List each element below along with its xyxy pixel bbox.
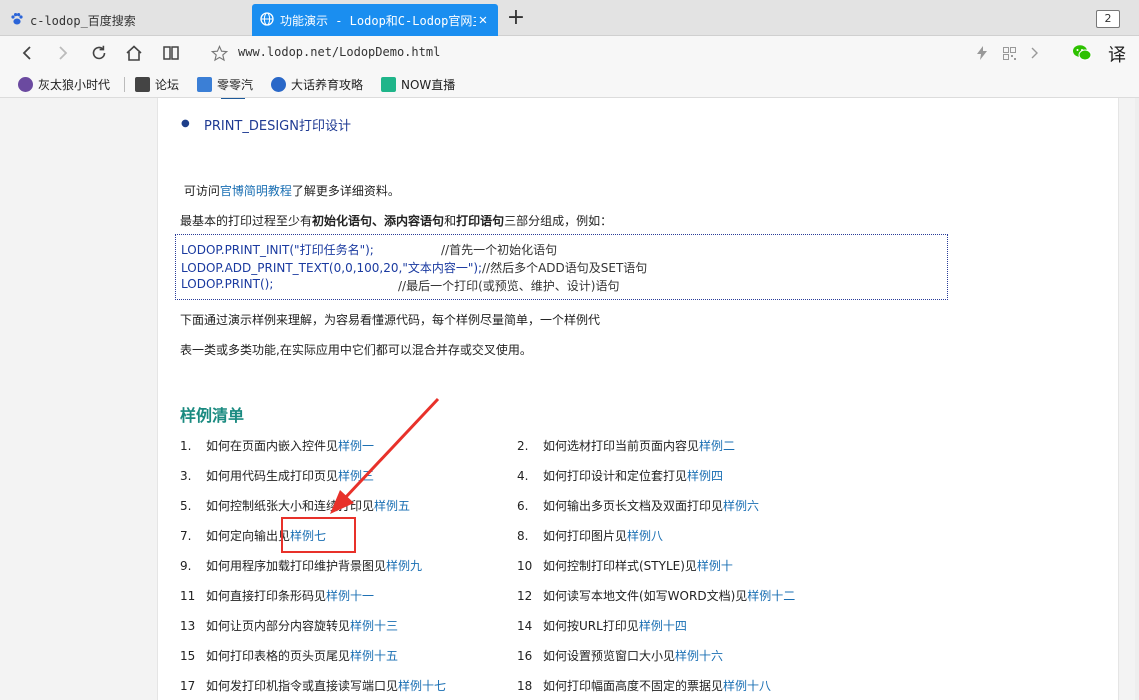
bookmark-huitailang[interactable]: 灰太狼小时代: [18, 75, 110, 93]
bookmark-label: 论坛: [155, 77, 180, 92]
tab-bar: c-lodop_百度搜索 功能演示 - Lodop和C-Lodop官网主站 ✕ …: [0, 0, 1139, 36]
now-live-icon: [381, 76, 396, 92]
bookmark-linglingqi[interactable]: 零零汽: [197, 75, 253, 93]
qr-code-icon: [1002, 46, 1016, 60]
tab-baidu-search[interactable]: c-lodop_百度搜索: [2, 4, 250, 36]
page-viewport: ● PRINT_DESIGN打印设计 可访问官博简明教程了解更多详细资料。 最基…: [0, 98, 1139, 700]
forward-arrow-icon: [59, 46, 68, 60]
new-tab-button[interactable]: +: [505, 5, 527, 30]
chevron-right-icon: [1031, 47, 1038, 59]
bookmark-now-live[interactable]: NOW直播: [381, 75, 455, 93]
wechat-button[interactable]: [1069, 40, 1095, 66]
address-bar[interactable]: www.lodop.net/LodopDemo.html: [238, 45, 440, 59]
bookmark-label: 零零汽: [217, 77, 254, 92]
bookmark-dahua[interactable]: 大话养育攻略: [271, 75, 363, 93]
expand-button[interactable]: [1021, 40, 1047, 66]
forum-icon: [135, 76, 150, 92]
qr-code-button[interactable]: [996, 40, 1022, 66]
reload-icon: [92, 45, 106, 60]
bookmarks-bar: 灰太狼小时代 论坛 零零汽 大话养育攻略 NOW直播: [0, 71, 1139, 98]
bookmark-label: NOW直播: [401, 77, 456, 92]
home-icon: [126, 45, 142, 61]
tab-title: 功能演示 - Lodop和C-Lodop官网主站: [280, 13, 476, 28]
home-button[interactable]: [121, 40, 147, 66]
cloud-icon: [197, 76, 212, 92]
star-icon: [210, 44, 228, 61]
translate-button[interactable]: 译: [1108, 41, 1126, 67]
bookmark-separator: [124, 77, 125, 92]
lightning-icon: [977, 46, 987, 60]
tab-lodop-demo[interactable]: 功能演示 - Lodop和C-Lodop官网主站 ✕: [252, 4, 498, 36]
back-button[interactable]: [14, 40, 40, 66]
bookmark-star-button[interactable]: [206, 40, 232, 66]
bookmark-label: 大话养育攻略: [291, 77, 364, 92]
baidu-paw-icon: [10, 12, 24, 29]
tab-count-button[interactable]: 2: [1096, 10, 1120, 28]
bookmark-forum[interactable]: 论坛: [135, 75, 179, 93]
book-icon: [163, 46, 179, 60]
globe-icon: [260, 11, 274, 29]
wechat-icon: [1073, 45, 1092, 61]
lightning-button[interactable]: [969, 40, 995, 66]
close-tab-icon[interactable]: ✕: [476, 12, 490, 28]
avatar-icon: [18, 76, 33, 92]
page-scrollbar[interactable]: [1135, 98, 1139, 700]
navigation-toolbar: www.lodop.net/LodopDemo.html 译: [0, 36, 1139, 71]
bookmark-label: 灰太狼小时代: [38, 77, 111, 92]
reader-mode-button[interactable]: [158, 40, 184, 66]
forward-button[interactable]: [50, 40, 76, 66]
reload-button[interactable]: [86, 40, 112, 66]
tab-title: c-lodop_百度搜索: [30, 13, 136, 28]
back-arrow-icon: [22, 46, 31, 60]
game-icon: [271, 76, 286, 92]
annotation-arrow: [330, 397, 440, 514]
